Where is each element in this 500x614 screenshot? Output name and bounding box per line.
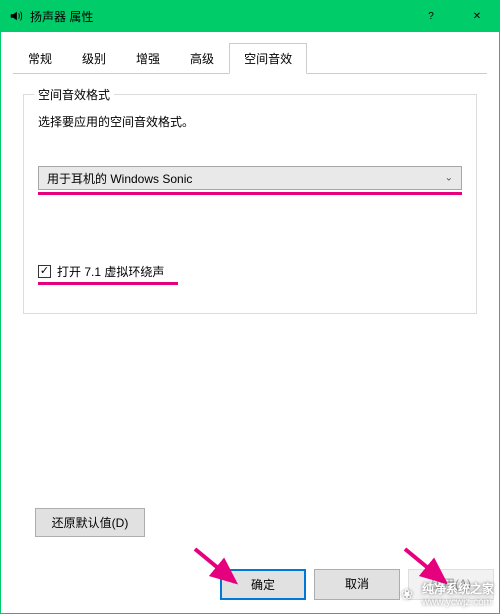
group-description: 选择要应用的空间音效格式。: [38, 113, 462, 130]
watermark-url: www.ycwjz.com: [422, 597, 494, 608]
checkbox-box: ✓: [38, 265, 51, 278]
tab-label: 级别: [82, 52, 106, 66]
button-label: 取消: [345, 577, 369, 591]
tab-general[interactable]: 常规: [13, 43, 67, 74]
spatial-format-group: 空间音效格式 选择要应用的空间音效格式。 用于耳机的 Windows Sonic…: [23, 94, 477, 314]
virtual-surround-checkbox[interactable]: ✓ 打开 7.1 虚拟环绕声: [38, 263, 462, 280]
tab-spatial-sound[interactable]: 空间音效: [229, 43, 307, 74]
highlight-underline: [38, 282, 178, 285]
window-body: 常规 级别 增强 高级 空间音效 空间音效格式 选择要应用的空间音效格式。 用于…: [0, 32, 500, 614]
title-bar: 扬声器 属性 ? ✕: [0, 0, 500, 32]
help-button[interactable]: ?: [408, 0, 454, 32]
tab-label: 高级: [190, 52, 214, 66]
tab-content: 空间音效格式 选择要应用的空间音效格式。 用于耳机的 Windows Sonic…: [13, 74, 487, 601]
dropdown-value: 用于耳机的 Windows Sonic: [47, 170, 192, 187]
tab-label: 空间音效: [244, 52, 292, 66]
ok-button[interactable]: 确定: [220, 569, 306, 600]
watermark: ❀ 纯净系统之家 www.ycwjz.com: [396, 580, 494, 608]
speaker-icon: [8, 8, 24, 24]
window-title: 扬声器 属性: [30, 8, 408, 25]
restore-defaults-button[interactable]: 还原默认值(D): [35, 508, 145, 537]
watermark-title: 纯净系统之家: [422, 580, 494, 597]
checkbox-label: 打开 7.1 虚拟环绕声: [57, 263, 164, 280]
tab-label: 增强: [136, 52, 160, 66]
watermark-logo-icon: ❀: [396, 583, 418, 605]
cancel-button[interactable]: 取消: [314, 569, 400, 600]
tab-label: 常规: [28, 52, 52, 66]
close-button[interactable]: ✕: [454, 0, 500, 32]
tab-advanced[interactable]: 高级: [175, 43, 229, 74]
tab-enhancements[interactable]: 增强: [121, 43, 175, 74]
spatial-format-dropdown[interactable]: 用于耳机的 Windows Sonic ⌄: [38, 166, 462, 190]
chevron-down-icon: ⌄: [445, 173, 453, 184]
button-label: 确定: [251, 578, 275, 592]
group-legend: 空间音效格式: [34, 86, 114, 103]
highlight-underline: [38, 192, 462, 195]
button-label: 还原默认值(D): [52, 516, 129, 530]
tab-levels[interactable]: 级别: [67, 43, 121, 74]
tab-strip: 常规 级别 增强 高级 空间音效: [13, 42, 487, 74]
